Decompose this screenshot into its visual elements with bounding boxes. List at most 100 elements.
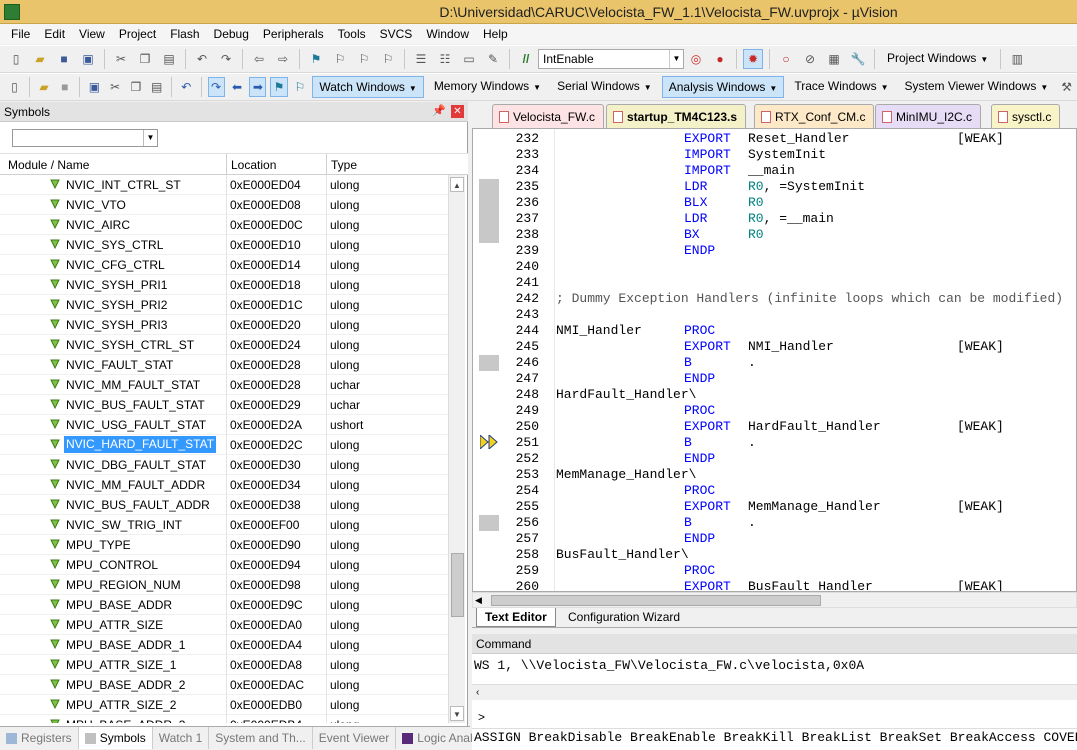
file-tab-sysctl[interactable]: sysctl.c — [991, 104, 1061, 128]
insert-breakpoint-icon[interactable]: ○ — [776, 49, 796, 69]
step-icon[interactable]: ▣ — [86, 77, 103, 97]
scroll-thumb[interactable] — [451, 553, 464, 617]
tools-wrench-icon[interactable]: 🔧 — [848, 49, 868, 69]
uncomment-icon[interactable]: ✎ — [483, 49, 503, 69]
symbol-row[interactable]: NVIC_AIRC 0xE000ED0C ulong — [0, 215, 448, 235]
symbol-row[interactable]: MPU_ATTR_SIZE 0xE000EDA0 ulong — [0, 615, 448, 635]
tab-text-editor[interactable]: Text Editor — [476, 608, 556, 627]
column-location[interactable]: Location — [231, 158, 276, 172]
code-editor[interactable]: 232 EXPORT Reset_Handler [WEAK] 233 IMPORT Sys… — [472, 128, 1077, 592]
command-prompt[interactable]: > — [478, 710, 485, 724]
symbol-row[interactable]: NVIC_BUS_FAULT_ADDR 0xE000ED38 ulong — [0, 495, 448, 515]
symbol-row[interactable]: NVIC_SW_TRIG_INT 0xE000EF00 ulong — [0, 515, 448, 535]
scroll-thumb[interactable] — [491, 595, 821, 606]
cut-icon[interactable]: ✂ — [111, 49, 131, 69]
trace-windows-dropdown[interactable]: Trace Windows ▼ — [788, 76, 894, 98]
bookmark-clear-icon[interactable]: ⚐ — [378, 49, 398, 69]
show-next-statement-icon[interactable]: ↶ — [178, 77, 195, 97]
toolbox-icon[interactable]: ⚒ — [1058, 77, 1075, 97]
analysis-windows-dropdown[interactable]: Analysis Windows ▼ — [661, 76, 785, 98]
file-tab-velocista-fw-c[interactable]: Velocista_FW.c — [492, 104, 605, 128]
symbol-row[interactable]: NVIC_SYS_CTRL 0xE000ED10 ulong — [0, 235, 448, 255]
chevron-down-icon[interactable]: ▼ — [143, 130, 157, 146]
call-stack-icon[interactable]: ⚐ — [292, 77, 309, 97]
editor-horizontal-scrollbar[interactable]: ◀ — [472, 592, 1077, 608]
column-divider[interactable] — [326, 154, 327, 175]
menu-edit[interactable]: Edit — [37, 27, 72, 41]
symbol-row[interactable]: NVIC_USG_FAULT_STAT 0xE000ED2A ushort — [0, 415, 448, 435]
configure-icon[interactable]: ▥ — [1007, 49, 1027, 69]
disable-breakpoint-icon[interactable]: ⊘ — [800, 49, 820, 69]
symbol-row[interactable]: NVIC_SYSH_PRI2 0xE000ED1C ulong — [0, 295, 448, 315]
tab-event-viewer[interactable]: Event Viewer — [313, 727, 397, 749]
step-out-icon[interactable]: ❐ — [128, 77, 145, 97]
new-file-icon[interactable]: ▯ — [6, 49, 26, 69]
menu-flash[interactable]: Flash — [163, 27, 206, 41]
indent-icon[interactable]: ☰ — [411, 49, 431, 69]
comment-icon[interactable]: ▭ — [459, 49, 479, 69]
tab-registers[interactable]: Registers — [0, 727, 79, 749]
symbol-row[interactable]: MPU_BASE_ADDR_1 0xE000EDA4 ulong — [0, 635, 448, 655]
file-tab-rtx-conf[interactable]: RTX_Conf_CM.c — [754, 104, 875, 128]
menu-svcs[interactable]: SVCS — [373, 27, 420, 41]
symbol-row[interactable]: NVIC_VTO 0xE000ED08 ulong — [0, 195, 448, 215]
bookmark-prev-icon[interactable]: ⚐ — [330, 49, 350, 69]
menu-debug[interactable]: Debug — [207, 27, 256, 41]
symbol-row[interactable]: MPU_BASE_ADDR_3 0xE000EDB4 ulong — [0, 715, 448, 723]
copy-icon[interactable]: ❐ — [135, 49, 155, 69]
menu-peripherals[interactable]: Peripherals — [256, 27, 331, 41]
breakpoint-icon[interactable]: ● — [710, 49, 730, 69]
command-horizontal-scrollbar[interactable]: ‹ — [472, 684, 1077, 700]
symbol-row[interactable]: MPU_BASE_ADDR_2 0xE000EDAC ulong — [0, 675, 448, 695]
column-name[interactable]: Module / Name — [8, 158, 89, 172]
scroll-left-icon[interactable]: ◀ — [475, 593, 482, 607]
tab-watch-1[interactable]: Watch 1 — [153, 727, 210, 749]
stop-icon[interactable]: ■ — [56, 77, 73, 97]
symbols-scrollbar[interactable]: ▲ ▼ — [448, 175, 465, 723]
paste-icon[interactable]: ▤ — [159, 49, 179, 69]
find-icon[interactable]: ◎ — [686, 49, 706, 69]
command-window-icon[interactable]: ↷ — [207, 77, 225, 97]
reset-icon[interactable]: ▯ — [6, 77, 23, 97]
serial-windows-dropdown[interactable]: Serial Windows ▼ — [551, 76, 658, 98]
symbol-row[interactable]: MPU_REGION_NUM 0xE000ED98 ulong — [0, 575, 448, 595]
close-icon[interactable]: ✕ — [451, 105, 464, 118]
tab-configuration-wizard[interactable]: Configuration Wizard — [560, 608, 688, 627]
debug-session-icon[interactable]: ✹ — [743, 49, 763, 69]
file-tab-minimu-i2c[interactable]: MinIMU_I2C.c — [875, 104, 982, 128]
chevron-down-icon[interactable]: ▼ — [669, 50, 683, 68]
scroll-down-icon[interactable]: ▼ — [450, 706, 464, 721]
file-tab-startup[interactable]: startup_TM4C123.s — [606, 104, 747, 128]
nav-forward-icon[interactable]: ⇨ — [273, 49, 293, 69]
undo-icon[interactable]: ↶ — [192, 49, 212, 69]
menu-tools[interactable]: Tools — [331, 27, 373, 41]
tab-system-and-thread[interactable]: System and Th... — [209, 727, 313, 749]
symbol-row[interactable]: NVIC_INT_CTRL_ST 0xE000ED04 ulong — [0, 175, 448, 195]
symbol-row[interactable]: NVIC_SYSH_PRI1 0xE000ED18 ulong — [0, 275, 448, 295]
menu-help[interactable]: Help — [476, 27, 515, 41]
bookmark-next-icon[interactable]: ⚐ — [354, 49, 374, 69]
scroll-up-icon[interactable]: ▲ — [450, 177, 464, 192]
pin-icon[interactable]: 📌 — [432, 104, 446, 117]
menu-file[interactable]: File — [4, 27, 37, 41]
system-viewer-windows-dropdown[interactable]: System Viewer Windows ▼ — [899, 76, 1055, 98]
menu-project[interactable]: Project — [112, 27, 163, 41]
find-in-files-icon[interactable]: // — [516, 49, 536, 69]
symbol-row[interactable]: NVIC_HARD_FAULT_STAT 0xE000ED2C ulong — [0, 435, 448, 455]
symbols-window-icon[interactable]: ➡ — [249, 77, 267, 97]
column-type[interactable]: Type — [331, 158, 357, 172]
nav-back-icon[interactable]: ⇦ — [249, 49, 269, 69]
run-to-cursor-icon[interactable]: ▤ — [148, 77, 165, 97]
menu-view[interactable]: View — [72, 27, 112, 41]
watch-windows-dropdown[interactable]: Watch Windows ▼ — [312, 76, 424, 98]
save-icon[interactable]: ■ — [54, 49, 74, 69]
symbols-filter-combo[interactable]: ▼ — [12, 129, 158, 147]
find-combo[interactable]: IntEnable ▼ — [538, 49, 684, 69]
symbol-row[interactable]: NVIC_FAULT_STAT 0xE000ED28 ulong — [0, 355, 448, 375]
disassembly-window-icon[interactable]: ⬅ — [229, 77, 246, 97]
column-divider[interactable] — [226, 154, 227, 175]
symbol-row[interactable]: MPU_CONTROL 0xE000ED94 ulong — [0, 555, 448, 575]
symbol-row[interactable]: NVIC_SYSH_PRI3 0xE000ED20 ulong — [0, 315, 448, 335]
symbol-row[interactable]: MPU_BASE_ADDR 0xE000ED9C ulong — [0, 595, 448, 615]
menu-window[interactable]: Window — [419, 27, 476, 41]
